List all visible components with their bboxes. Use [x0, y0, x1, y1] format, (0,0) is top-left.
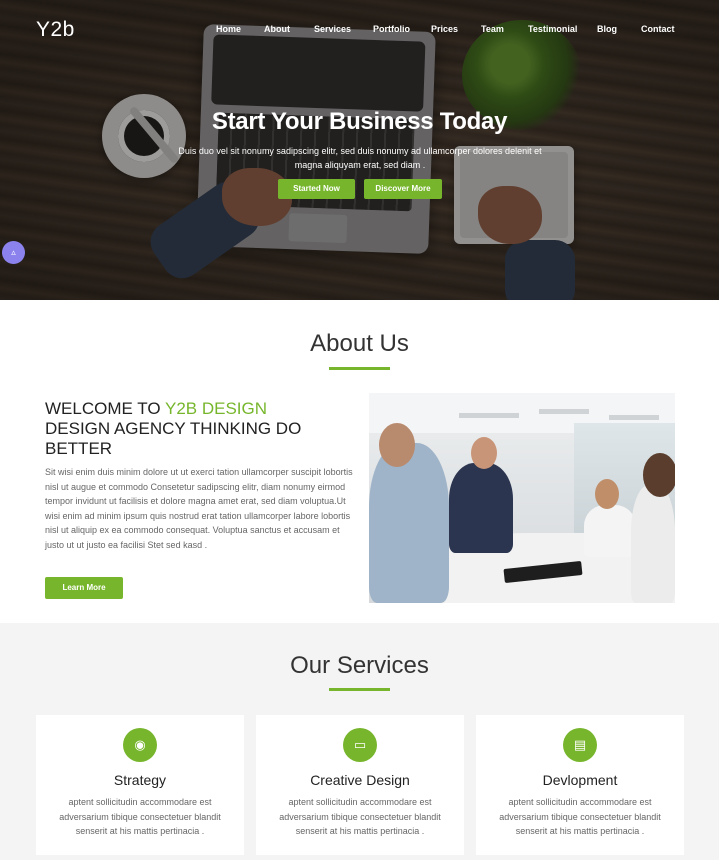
nav-prices[interactable]: Prices	[431, 24, 458, 34]
services-section-title: Our Services	[290, 652, 429, 679]
up-arrow-icon[interactable]: ▵	[2, 241, 25, 264]
service-card-creative-design[interactable]: ▭ Creative Design aptent sollicitudin ac…	[256, 715, 464, 855]
discover-more-button[interactable]: Discover More	[364, 179, 442, 199]
hero-banner: Y2b Home About Services Portfolio Prices…	[0, 0, 719, 300]
service-text: aptent sollicitudin accommodare est adve…	[279, 797, 441, 836]
laptop-icon: ▭	[343, 728, 377, 762]
nav-about[interactable]: About	[264, 24, 290, 34]
started-now-button[interactable]: Started Now	[278, 179, 355, 199]
about-section-title: About Us	[310, 330, 409, 357]
nav-services[interactable]: Services	[314, 24, 351, 34]
nav-contact[interactable]: Contact	[641, 24, 675, 34]
brand-accent-text: Y2B DESIGN	[164, 399, 268, 418]
service-card-strategy[interactable]: ◉ Strategy aptent sollicitudin accommoda…	[36, 715, 244, 855]
hero-subtitle: Duis duo vel sit nonumy sadipscing elitr…	[178, 146, 542, 170]
site-logo[interactable]: Y2b	[36, 18, 75, 42]
camera-icon: ◉	[123, 728, 157, 762]
document-icon: ▤	[563, 728, 597, 762]
learn-more-button[interactable]: Learn More	[45, 577, 123, 599]
service-title: Creative Design	[310, 772, 410, 788]
title-underline	[329, 688, 390, 691]
nav-home[interactable]: Home	[216, 24, 241, 34]
nav-team[interactable]: Team	[481, 24, 504, 34]
service-text: aptent sollicitudin accommodare est adve…	[499, 797, 661, 836]
nav-testimonial[interactable]: Testimonial	[528, 24, 577, 34]
office-meeting-photo	[369, 393, 675, 603]
about-heading: WELCOME TO Y2B DESIGN DESIGN AGENCY THIN…	[45, 399, 302, 458]
hero-title: Start Your Business Today	[211, 108, 508, 135]
nav-blog[interactable]: Blog	[597, 24, 617, 34]
service-text: aptent sollicitudin accommodare est adve…	[59, 797, 221, 836]
service-title: Devlopment	[542, 772, 618, 788]
service-title: Strategy	[113, 772, 167, 788]
title-underline	[329, 367, 390, 370]
nav-portfolio[interactable]: Portfolio	[373, 24, 410, 34]
about-body-text: Sit wisi enim duis minim dolore ut ut ex…	[45, 467, 353, 550]
service-card-development[interactable]: ▤ Devlopment aptent sollicitudin accommo…	[476, 715, 684, 855]
